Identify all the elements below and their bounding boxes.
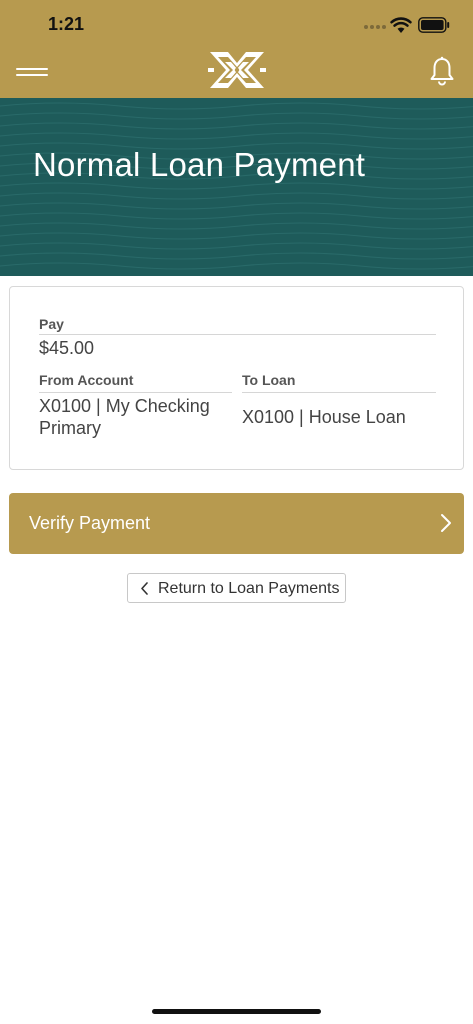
pay-amount-value: $45.00 xyxy=(39,338,95,358)
page-title: Normal Loan Payment xyxy=(33,146,366,183)
top-nav xyxy=(0,48,473,98)
payment-details-card: Pay $45.00 From Account X0100 | My Check… xyxy=(9,286,464,470)
to-loan-label: To Loan xyxy=(242,372,296,388)
cellular-signal-icon xyxy=(364,25,386,31)
wave-pattern-icon xyxy=(0,102,473,270)
return-to-loan-payments-button[interactable]: Return to Loan Payments xyxy=(127,573,346,603)
pay-label: Pay xyxy=(39,316,64,332)
to-loan-value: X0100 | House Loan xyxy=(242,407,406,427)
hamburger-menu-icon[interactable] xyxy=(14,64,50,84)
page-hero-banner: Normal Loan Payment xyxy=(0,98,473,276)
from-account-value-line2: Primary xyxy=(39,418,101,438)
chevron-right-icon xyxy=(441,514,451,532)
divider xyxy=(39,334,436,335)
verify-payment-label: Verify Payment xyxy=(29,513,151,533)
header-bar: 1:21 xyxy=(0,0,473,98)
bank-logo-icon xyxy=(208,49,266,91)
status-bar: 1:21 xyxy=(0,0,473,48)
chevron-left-icon xyxy=(141,582,148,595)
divider xyxy=(39,392,232,393)
status-time: 1:21 xyxy=(48,14,85,34)
verify-payment-button[interactable]: Verify Payment xyxy=(9,493,464,554)
from-account-label: From Account xyxy=(39,372,134,388)
from-account-value-line1: X0100 | My Checking xyxy=(39,396,210,416)
wifi-icon xyxy=(390,17,412,33)
battery-icon xyxy=(418,17,450,33)
return-to-loan-payments-label: Return to Loan Payments xyxy=(158,580,340,597)
bell-icon[interactable] xyxy=(428,56,456,86)
home-indicator xyxy=(152,1009,321,1014)
divider xyxy=(242,392,436,393)
